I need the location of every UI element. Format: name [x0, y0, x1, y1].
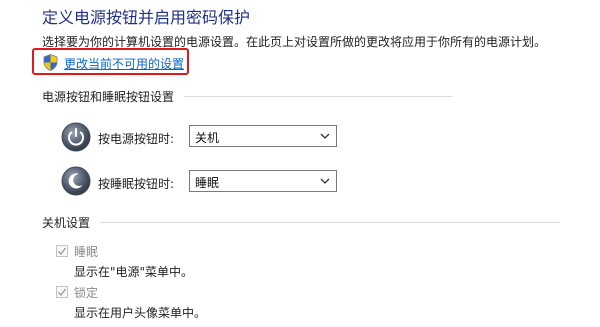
power-button-action-select[interactable]: 关机	[189, 125, 337, 147]
chevron-down-icon	[320, 133, 330, 139]
shield-icon[interactable]	[43, 54, 58, 71]
sleep-button-label: 按睡眠按钮时:	[98, 177, 175, 191]
change-settings-link[interactable]: 更改当前不可用的设置	[64, 55, 184, 72]
section-divider	[100, 222, 561, 223]
checkmark-icon	[58, 288, 67, 296]
power-button-action-value: 关机	[195, 131, 220, 145]
checkmark-icon	[58, 247, 67, 255]
power-button-icon	[61, 122, 91, 152]
power-buttons-section-header: 电源按钮和睡眠按钮设置	[42, 88, 453, 105]
sleep-button-action-value: 睡眠	[195, 176, 220, 190]
page-title: 定义电源按钮并启用密码保护	[42, 8, 251, 27]
shutdown-section-header: 关机设置	[42, 214, 561, 231]
sleep-checkbox-label: 睡眠	[74, 245, 99, 259]
chevron-down-icon	[320, 178, 330, 184]
lock-checkbox-label: 锁定	[74, 286, 99, 300]
power-button-label: 按电源按钮时:	[98, 132, 175, 146]
lock-checkbox-description: 显示在用户头像菜单中。	[74, 306, 207, 320]
shutdown-section-title: 关机设置	[42, 216, 91, 230]
section-divider	[184, 96, 453, 97]
sleep-button-icon	[61, 166, 91, 196]
sleep-button-action-select[interactable]: 睡眠	[189, 170, 337, 192]
power-buttons-section-title: 电源按钮和睡眠按钮设置	[42, 90, 175, 104]
sleep-checkbox-description: 显示在"电源"菜单中。	[74, 265, 194, 279]
lock-checkbox[interactable]	[56, 286, 68, 298]
sleep-checkbox[interactable]	[56, 245, 68, 257]
